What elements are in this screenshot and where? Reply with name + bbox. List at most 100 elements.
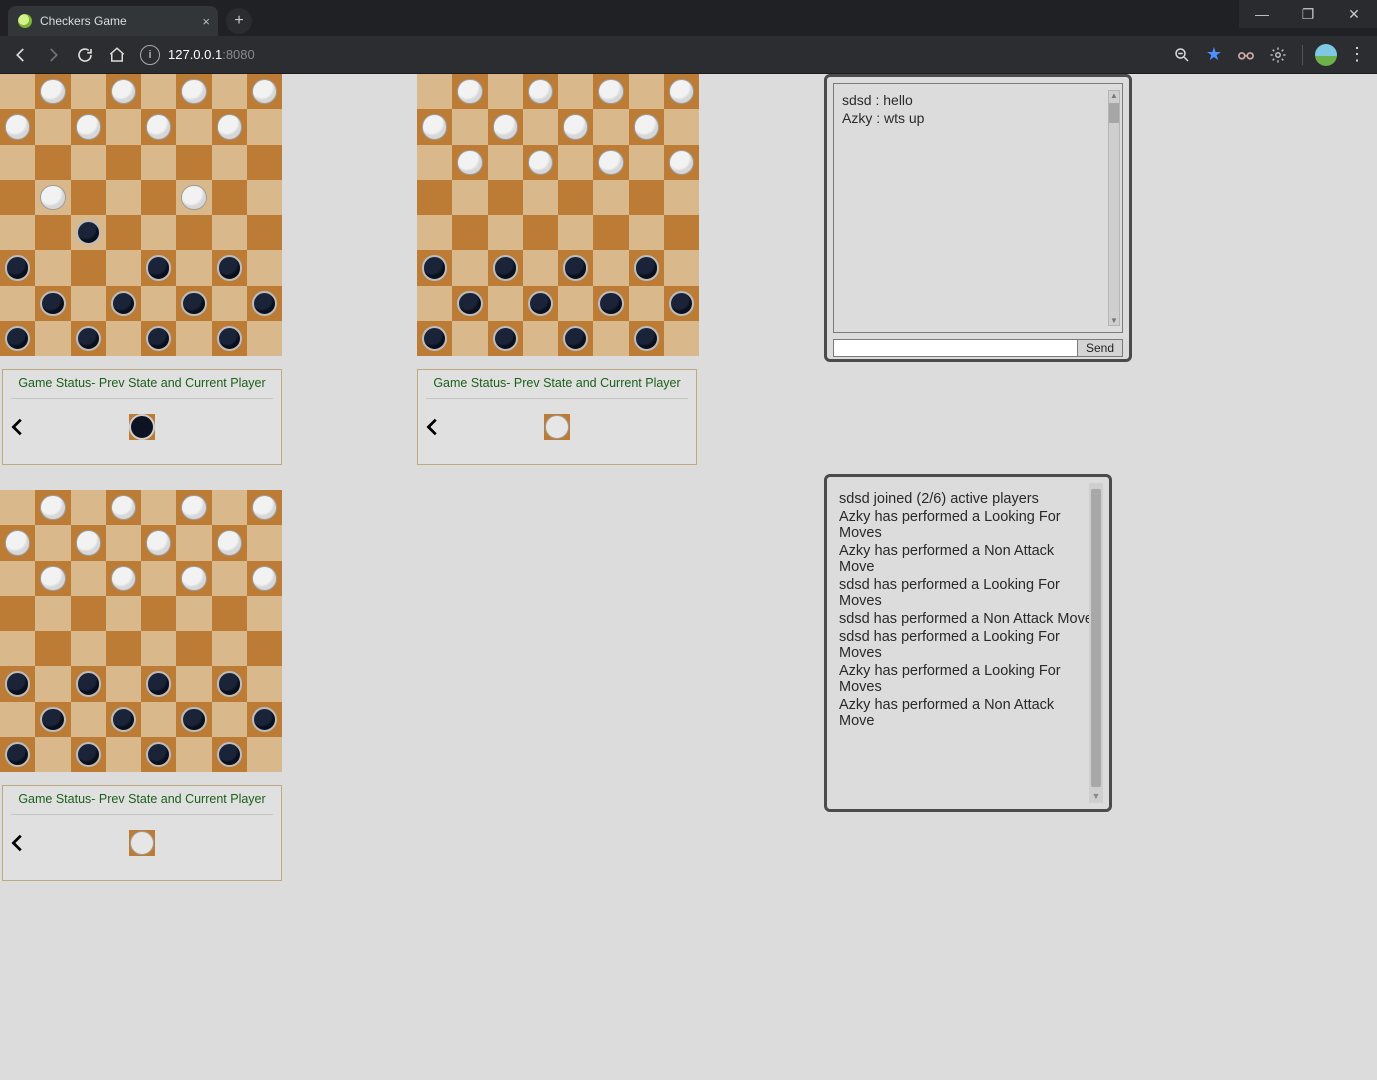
board-square[interactable] bbox=[247, 215, 282, 250]
white-piece[interactable] bbox=[598, 79, 623, 104]
board-square[interactable] bbox=[593, 180, 628, 215]
board-square[interactable] bbox=[212, 215, 247, 250]
board-square[interactable] bbox=[106, 702, 141, 737]
board-square[interactable] bbox=[247, 702, 282, 737]
board-square[interactable] bbox=[141, 596, 176, 631]
chat-messages[interactable]: sdsd : helloAzky : wts up▲▼ bbox=[833, 83, 1123, 333]
board-square[interactable] bbox=[593, 321, 628, 356]
white-piece[interactable] bbox=[76, 114, 101, 139]
board-square[interactable] bbox=[71, 321, 106, 356]
board-square[interactable] bbox=[35, 525, 70, 560]
board-square[interactable] bbox=[629, 215, 664, 250]
board-square[interactable] bbox=[141, 109, 176, 144]
board-square[interactable] bbox=[247, 561, 282, 596]
site-info-icon[interactable]: i bbox=[140, 45, 160, 65]
board-square[interactable] bbox=[141, 631, 176, 666]
board-square[interactable] bbox=[176, 561, 211, 596]
board-square[interactable] bbox=[212, 145, 247, 180]
white-piece[interactable] bbox=[457, 150, 482, 175]
board-square[interactable] bbox=[71, 737, 106, 772]
white-piece[interactable] bbox=[111, 495, 136, 520]
board-square[interactable] bbox=[488, 286, 523, 321]
white-piece[interactable] bbox=[5, 114, 30, 139]
board-square[interactable] bbox=[452, 109, 487, 144]
board-square[interactable] bbox=[247, 109, 282, 144]
board-square[interactable] bbox=[488, 180, 523, 215]
nav-reload-button[interactable] bbox=[72, 42, 98, 68]
white-piece[interactable] bbox=[634, 114, 659, 139]
black-piece[interactable] bbox=[5, 742, 30, 767]
white-piece[interactable] bbox=[252, 495, 277, 520]
board-square[interactable] bbox=[664, 286, 699, 321]
board-square[interactable] bbox=[141, 737, 176, 772]
board-square[interactable] bbox=[488, 321, 523, 356]
black-piece[interactable] bbox=[669, 291, 694, 316]
board-square[interactable] bbox=[629, 321, 664, 356]
white-piece[interactable] bbox=[252, 79, 277, 104]
board-square[interactable] bbox=[523, 74, 558, 109]
white-piece[interactable] bbox=[40, 185, 65, 210]
prev-state-button[interactable] bbox=[418, 416, 448, 438]
new-tab-button[interactable]: + bbox=[226, 8, 252, 34]
board-square[interactable] bbox=[176, 666, 211, 701]
board-square[interactable] bbox=[0, 596, 35, 631]
board-square[interactable] bbox=[106, 109, 141, 144]
board-square[interactable] bbox=[0, 145, 35, 180]
black-piece[interactable] bbox=[111, 291, 136, 316]
board-square[interactable] bbox=[247, 250, 282, 285]
black-piece[interactable] bbox=[76, 326, 101, 351]
board-square[interactable] bbox=[417, 321, 452, 356]
black-piece[interactable] bbox=[5, 671, 30, 696]
board-square[interactable] bbox=[141, 215, 176, 250]
black-piece[interactable] bbox=[76, 742, 101, 767]
board-square[interactable] bbox=[141, 702, 176, 737]
board-square[interactable] bbox=[176, 596, 211, 631]
board-square[interactable] bbox=[71, 561, 106, 596]
board-square[interactable] bbox=[0, 286, 35, 321]
board-square[interactable] bbox=[212, 666, 247, 701]
tab-close-icon[interactable]: × bbox=[202, 14, 210, 29]
prev-state-button[interactable] bbox=[3, 832, 33, 854]
board-square[interactable] bbox=[106, 321, 141, 356]
board-square[interactable] bbox=[488, 250, 523, 285]
board-square[interactable] bbox=[452, 180, 487, 215]
bookmark-star-icon[interactable]: ★ bbox=[1202, 43, 1226, 67]
board-square[interactable] bbox=[71, 74, 106, 109]
board-square[interactable] bbox=[558, 145, 593, 180]
board-square[interactable] bbox=[488, 215, 523, 250]
black-piece[interactable] bbox=[40, 291, 65, 316]
board-square[interactable] bbox=[247, 737, 282, 772]
board-square[interactable] bbox=[71, 525, 106, 560]
board-square[interactable] bbox=[664, 215, 699, 250]
address-bar[interactable]: i 127.0.0.1:8080 bbox=[140, 45, 255, 65]
black-piece[interactable] bbox=[634, 326, 659, 351]
board-square[interactable] bbox=[558, 74, 593, 109]
black-piece[interactable] bbox=[634, 255, 659, 280]
board-square[interactable] bbox=[176, 250, 211, 285]
board-square[interactable] bbox=[176, 525, 211, 560]
board-square[interactable] bbox=[212, 286, 247, 321]
white-piece[interactable] bbox=[493, 114, 518, 139]
board-square[interactable] bbox=[35, 702, 70, 737]
board-square[interactable] bbox=[593, 250, 628, 285]
board-square[interactable] bbox=[71, 631, 106, 666]
board-square[interactable] bbox=[452, 286, 487, 321]
board-square[interactable] bbox=[212, 525, 247, 560]
board-square[interactable] bbox=[452, 74, 487, 109]
board-square[interactable] bbox=[247, 74, 282, 109]
board-square[interactable] bbox=[488, 109, 523, 144]
board-square[interactable] bbox=[417, 74, 452, 109]
board-square[interactable] bbox=[0, 666, 35, 701]
black-piece[interactable] bbox=[528, 291, 553, 316]
board-square[interactable] bbox=[247, 666, 282, 701]
board-square[interactable] bbox=[176, 490, 211, 525]
board-square[interactable] bbox=[664, 321, 699, 356]
board-square[interactable] bbox=[629, 74, 664, 109]
checkers-board[interactable] bbox=[0, 74, 282, 356]
chat-input[interactable] bbox=[834, 340, 1077, 356]
board-square[interactable] bbox=[71, 145, 106, 180]
board-square[interactable] bbox=[247, 490, 282, 525]
black-piece[interactable] bbox=[181, 291, 206, 316]
board-square[interactable] bbox=[71, 180, 106, 215]
board-square[interactable] bbox=[212, 180, 247, 215]
